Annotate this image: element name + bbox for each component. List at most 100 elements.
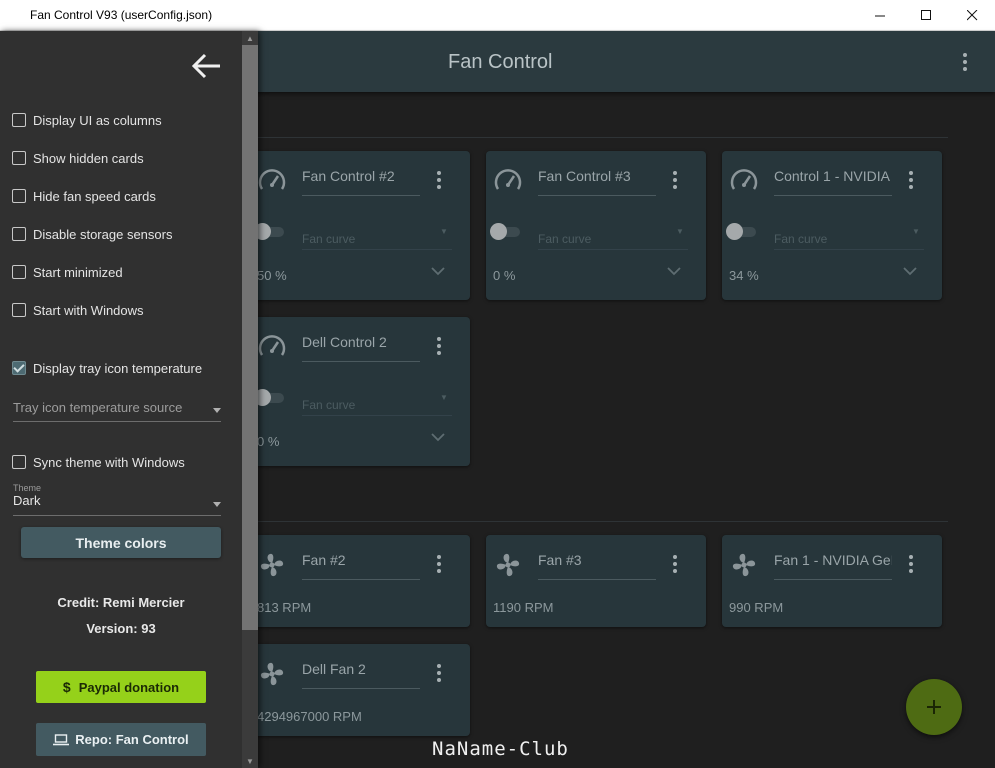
section-divider-controls <box>258 137 948 138</box>
page-title: Fan Control <box>448 51 553 73</box>
option-start-minimized[interactable]: Start minimized <box>12 263 123 281</box>
control-value: 0 % <box>257 434 280 449</box>
speedometer-icon <box>730 169 758 190</box>
control-card[interactable]: Dell Control 2 Fan curve ▼ 0 % <box>250 317 470 466</box>
fan-more-icon[interactable] <box>672 555 678 573</box>
chevron-down-icon[interactable] <box>430 263 446 279</box>
fan-card[interactable]: Fan #2 813 RPM <box>250 535 470 627</box>
checkbox[interactable] <box>12 455 26 469</box>
dropdown-arrow-icon <box>213 502 221 507</box>
scroll-up-icon[interactable]: ▲ <box>242 31 258 45</box>
control-name[interactable]: Fan Control #3 <box>538 168 656 184</box>
dropdown-arrow-icon: ▼ <box>440 227 448 236</box>
fan-icon <box>260 553 284 577</box>
fan-icon <box>496 553 520 577</box>
minimize-icon <box>874 15 885 17</box>
fan-more-icon[interactable] <box>436 555 442 573</box>
tray-source-select[interactable]: Tray icon temperature source <box>13 399 221 422</box>
plus-icon <box>927 700 941 714</box>
curve-select[interactable]: Fan curve <box>538 232 591 246</box>
checkbox[interactable] <box>12 265 26 279</box>
fan-name[interactable]: Dell Fan 2 <box>302 661 420 677</box>
checkbox[interactable] <box>12 189 26 203</box>
fan-card[interactable]: Fan #3 1190 RPM <box>486 535 706 627</box>
fan-card[interactable]: Fan 1 - NVIDIA GeForce 990 RPM <box>722 535 942 627</box>
control-name[interactable]: Control 1 - NVIDIA GeForce <box>774 168 892 184</box>
control-name[interactable]: Fan Control #2 <box>302 168 420 184</box>
chevron-down-icon[interactable] <box>666 263 682 279</box>
option-tray-icon-temperature[interactable]: Display tray icon temperature <box>12 359 202 377</box>
fan-icon <box>260 662 284 686</box>
tray-source-placeholder: Tray icon temperature source <box>13 400 183 415</box>
minimize-button[interactable] <box>857 0 903 31</box>
header-more-icon[interactable] <box>962 53 968 71</box>
curve-select[interactable]: Fan curve <box>302 232 355 246</box>
fan-name[interactable]: Fan 1 - NVIDIA GeForce <box>774 552 892 568</box>
checkbox[interactable] <box>12 113 26 127</box>
fan-speed-value: 1190 RPM <box>493 600 554 615</box>
dropdown-arrow-icon: ▼ <box>912 227 920 236</box>
close-icon <box>966 10 977 21</box>
control-card[interactable]: Control 1 - NVIDIA GeForce Fan curve ▼ 3… <box>722 151 942 300</box>
curve-select[interactable]: Fan curve <box>302 398 355 412</box>
fan-more-icon[interactable] <box>908 555 914 573</box>
repo-button[interactable]: Repo: Fan Control <box>36 723 206 756</box>
section-divider-speeds <box>258 521 948 522</box>
option-disable-storage-sensors[interactable]: Disable storage sensors <box>12 225 172 243</box>
fan-more-icon[interactable] <box>436 664 442 682</box>
control-value: 34 % <box>729 268 759 283</box>
credit-text: Credit: Remi Mercier <box>57 595 185 610</box>
control-name[interactable]: Dell Control 2 <box>302 334 420 350</box>
fan-name[interactable]: Fan #3 <box>538 552 656 568</box>
checkbox-checked[interactable] <box>12 361 26 375</box>
fan-speed-value: 990 RPM <box>729 600 784 615</box>
drawer-scrollbar[interactable]: ▲ ▼ <box>242 31 258 768</box>
close-button[interactable] <box>949 0 995 31</box>
maximize-icon <box>920 10 931 20</box>
theme-colors-button[interactable]: Theme colors <box>21 527 221 558</box>
control-more-icon[interactable] <box>672 171 678 189</box>
add-button[interactable] <box>906 679 962 735</box>
option-display-columns[interactable]: Display UI as columns <box>12 111 162 129</box>
fan-card[interactable]: Dell Fan 2 4294967000 RPM <box>250 644 470 736</box>
option-sync-theme[interactable]: Sync theme with Windows <box>12 453 185 471</box>
speedometer-icon <box>258 335 286 356</box>
control-enable-toggle[interactable] <box>490 223 520 240</box>
app-window: Fan Control V93 (userConfig.json) Fan Co… <box>0 0 995 768</box>
dropdown-arrow-icon <box>213 408 221 413</box>
speedometer-icon <box>494 169 522 190</box>
option-show-hidden-cards[interactable]: Show hidden cards <box>12 149 144 167</box>
control-more-icon[interactable] <box>436 337 442 355</box>
option-start-with-windows[interactable]: Start with Windows <box>12 301 144 319</box>
fan-speed-value: 4294967000 RPM <box>257 709 362 724</box>
control-card[interactable]: Fan Control #3 Fan curve ▼ 0 % <box>486 151 706 300</box>
dollar-icon: $ <box>62 679 71 695</box>
window-title: Fan Control V93 (userConfig.json) <box>30 8 213 22</box>
version-text: Version: 93 <box>86 621 156 636</box>
checkbox[interactable] <box>12 151 26 165</box>
scroll-down-icon[interactable]: ▼ <box>242 754 258 768</box>
control-more-icon[interactable] <box>908 171 914 189</box>
chevron-down-icon[interactable] <box>902 263 918 279</box>
paypal-donation-button[interactable]: $ Paypal donation <box>36 671 206 703</box>
checkbox[interactable] <box>12 303 26 317</box>
control-value: 0 % <box>493 268 516 283</box>
maximize-button[interactable] <box>903 0 949 31</box>
fan-name[interactable]: Fan #2 <box>302 552 420 568</box>
control-enable-toggle[interactable] <box>254 389 284 406</box>
option-hide-fan-speed-cards[interactable]: Hide fan speed cards <box>12 187 156 205</box>
checkbox[interactable] <box>12 227 26 241</box>
chevron-down-icon[interactable] <box>430 429 446 445</box>
scrollbar-thumb[interactable] <box>242 45 258 630</box>
control-enable-toggle[interactable] <box>726 223 756 240</box>
theme-value: Dark <box>13 493 41 508</box>
watermark-text: NaName-Club <box>432 738 569 760</box>
theme-select[interactable]: Theme Dark <box>13 483 221 516</box>
curve-select[interactable]: Fan curve <box>774 232 827 246</box>
control-card[interactable]: Fan Control #2 Fan curve ▼ 50 % <box>250 151 470 300</box>
control-enable-toggle[interactable] <box>254 223 284 240</box>
control-more-icon[interactable] <box>436 171 442 189</box>
theme-label: Theme <box>13 483 42 493</box>
speedometer-icon <box>258 169 286 190</box>
arrow-left-icon[interactable] <box>192 53 222 79</box>
